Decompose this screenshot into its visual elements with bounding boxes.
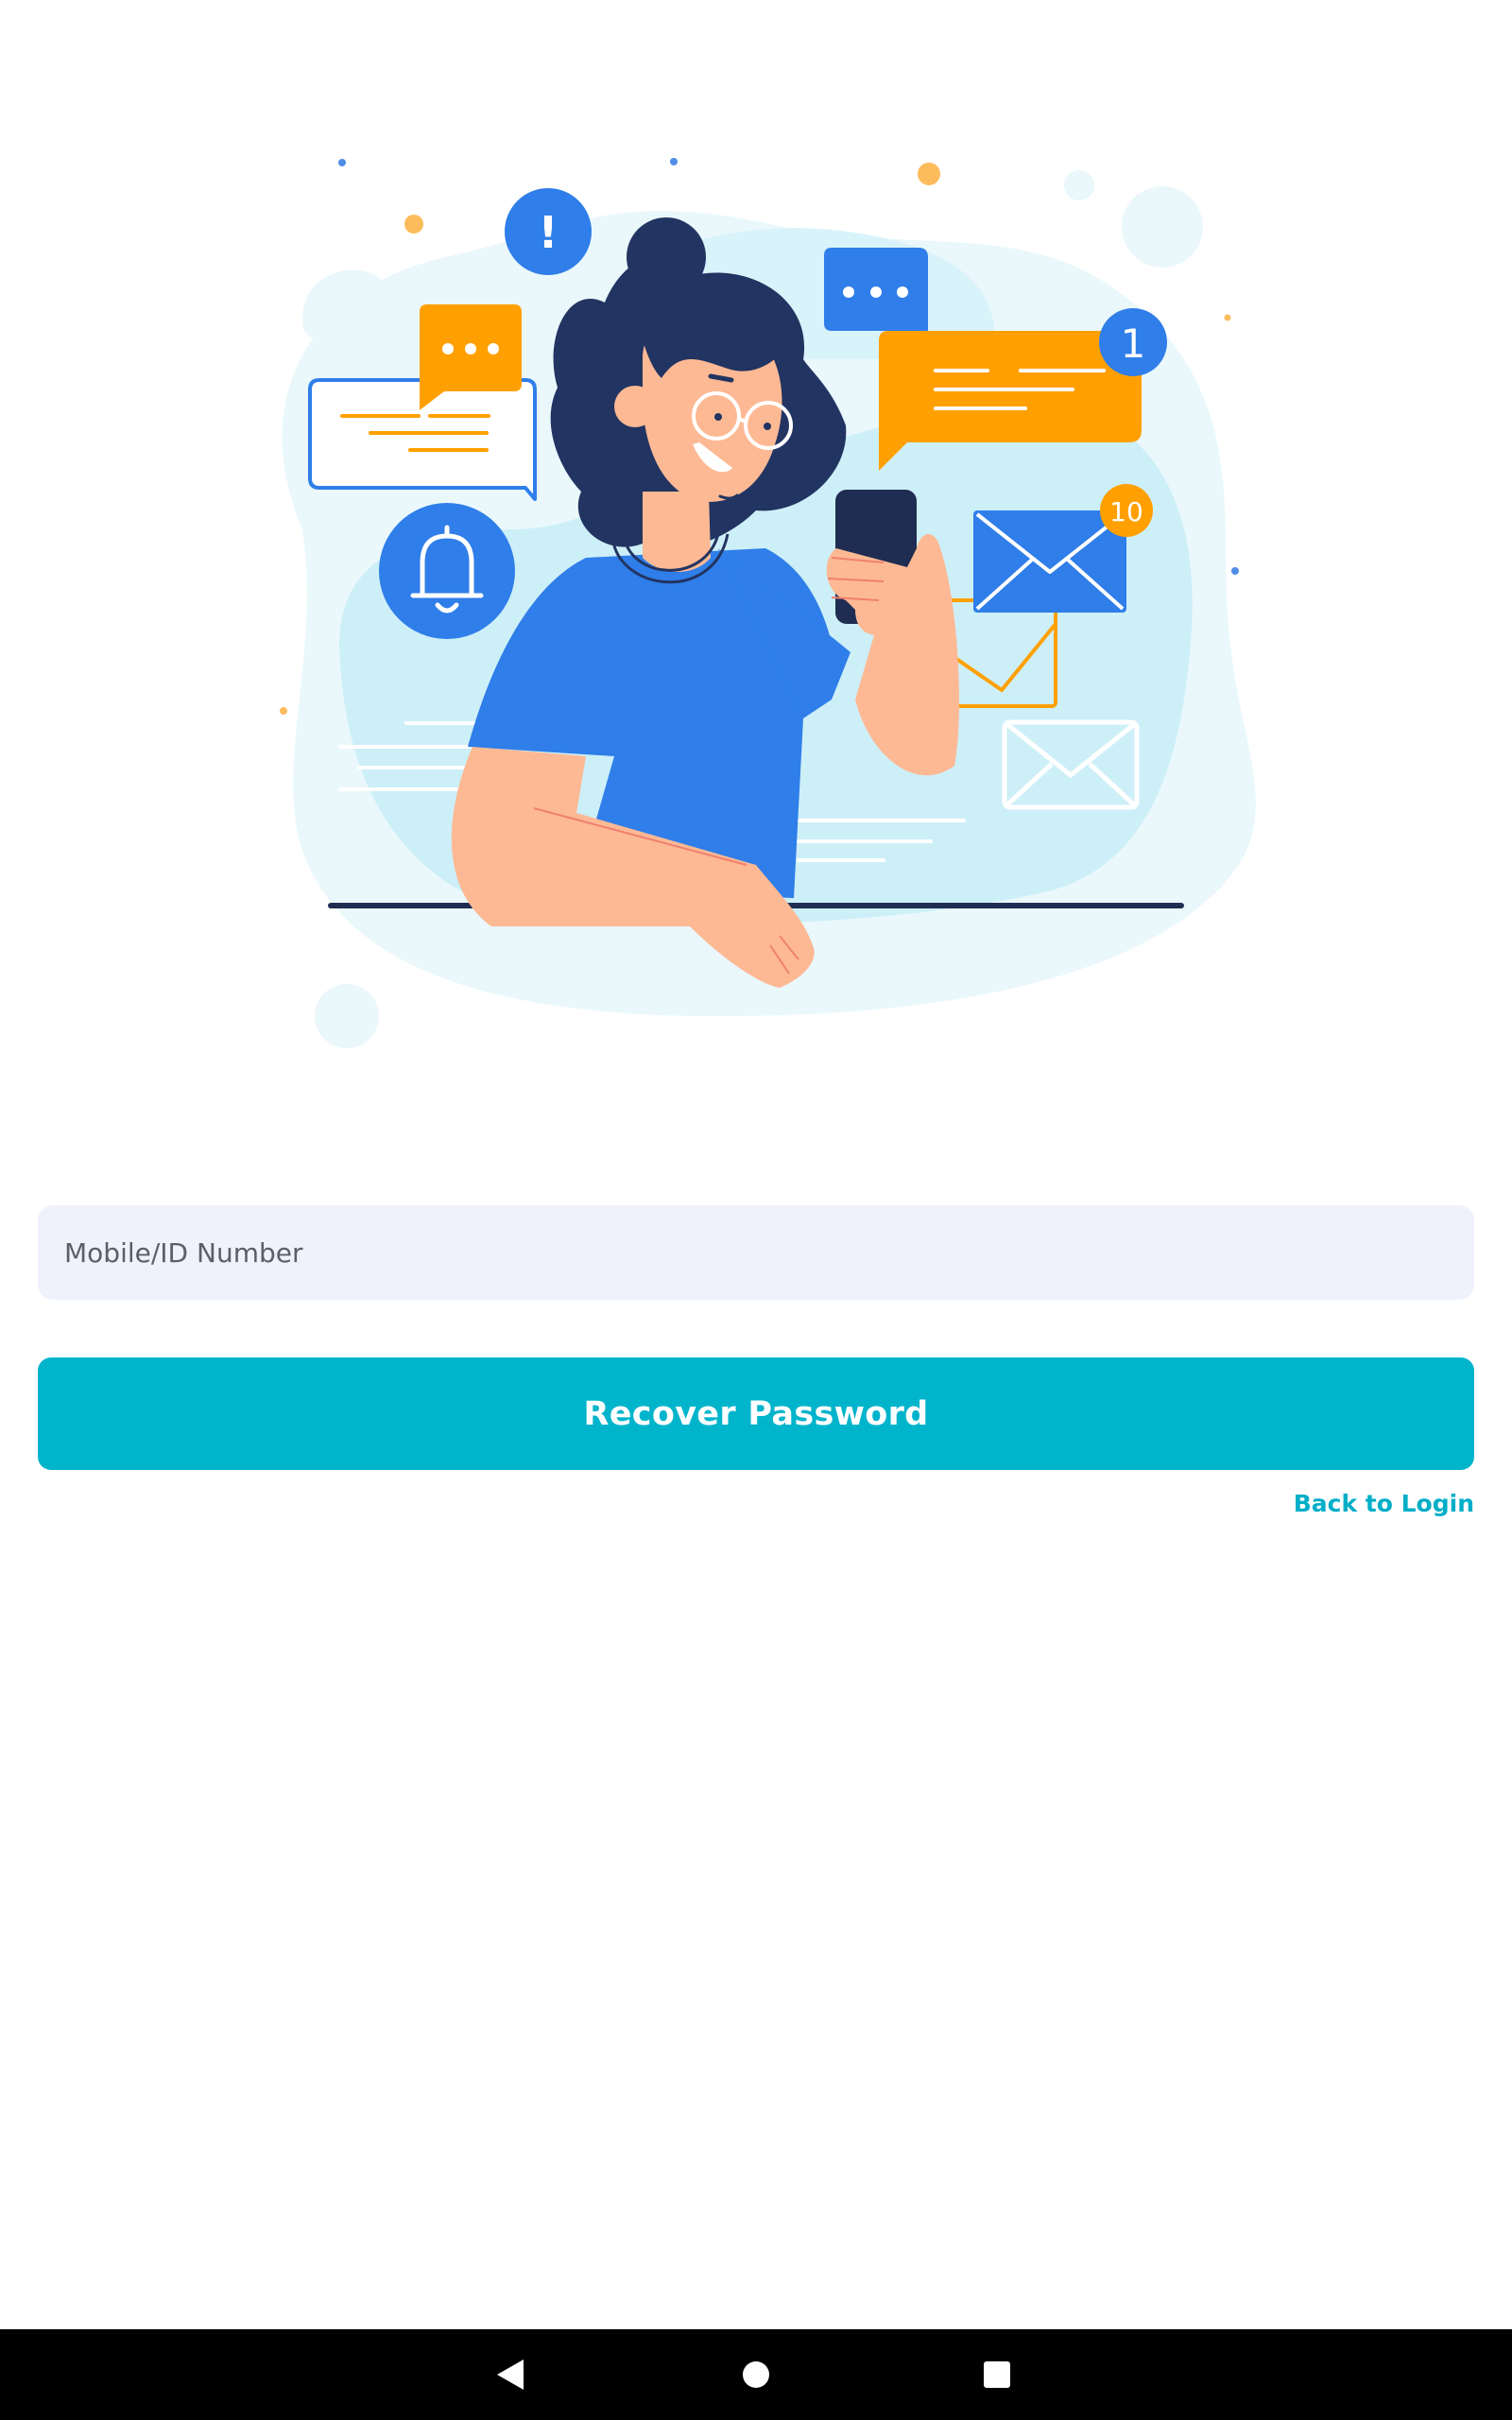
bell-badge [379,503,515,639]
mail-count-badge: 10 [1100,484,1153,537]
recover-password-button[interactable]: Recover Password [38,1357,1474,1470]
envelope-blue [973,510,1126,613]
nav-back-button[interactable] [467,2329,558,2420]
alert-badge: ! [505,188,592,275]
circle-home-icon [743,2361,769,2388]
nav-home-button[interactable] [711,2329,801,2420]
back-to-login-link[interactable]: Back to Login [1294,1490,1474,1517]
square-recents-icon [984,2361,1010,2388]
alert-badge-label: ! [539,207,558,258]
chat-count-badge: 1 [1099,308,1167,376]
chat-count-label: 1 [1121,320,1146,367]
mail-count-label: 10 [1109,496,1143,527]
system-navigation-bar [0,2329,1512,2420]
mobile-id-number-input[interactable] [38,1205,1474,1300]
triangle-back-icon [497,2360,524,2390]
recover-password-screen: ! 1 10 Mobile/ID Number Recover Password… [0,0,1512,2420]
nav-recents-button[interactable] [952,2329,1042,2420]
customer-support-illustration: ! 1 10 [280,158,1256,1048]
